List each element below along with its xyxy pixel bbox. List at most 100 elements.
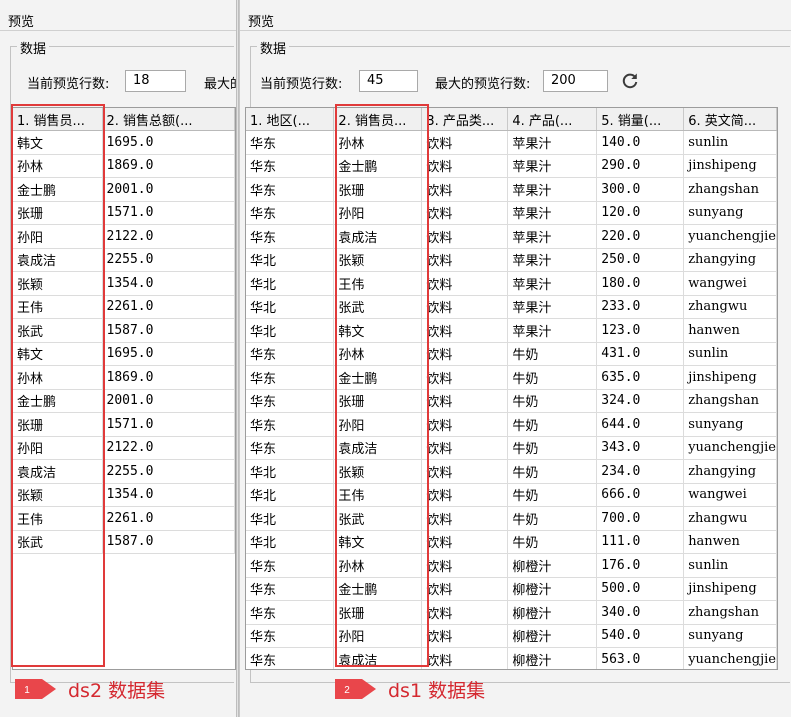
table-cell[interactable]: 苹果汁 bbox=[507, 295, 598, 319]
table-cell[interactable]: 324.0 bbox=[596, 389, 685, 413]
table-row[interactable]: 袁成洁 2255.0 bbox=[13, 248, 235, 272]
table-row[interactable]: 华北 韩文 饮料 牛奶 111.0 hanwen bbox=[246, 530, 777, 554]
table-cell[interactable]: 袁成洁 bbox=[13, 459, 103, 484]
table-cell[interactable]: 孙林 bbox=[13, 365, 103, 390]
table-cell[interactable]: 张颖 bbox=[333, 459, 423, 484]
table-cell[interactable]: 张颖 bbox=[13, 483, 103, 507]
table-cell[interactable]: 韩文 bbox=[13, 130, 103, 155]
table-cell[interactable]: 张武 bbox=[333, 295, 423, 319]
table-row[interactable]: 张颖 1354.0 bbox=[13, 483, 235, 507]
table-row[interactable]: 张武 1587.0 bbox=[13, 530, 235, 554]
table-row[interactable]: 华东 张珊 饮料 苹果汁 300.0 zhangshan bbox=[246, 177, 777, 202]
table-row[interactable]: 韩文 1695.0 bbox=[13, 130, 235, 155]
table-cell[interactable]: 袁成洁 bbox=[333, 224, 423, 249]
table-cell[interactable]: 563.0 bbox=[596, 647, 685, 669]
right-col-header-5[interactable]: 6. 英文简... bbox=[683, 108, 777, 131]
table-cell[interactable]: 635.0 bbox=[596, 365, 685, 390]
table-cell[interactable]: hanwen bbox=[683, 530, 777, 554]
table-cell[interactable]: 柳橙汁 bbox=[507, 647, 598, 669]
table-cell[interactable]: 饮料 bbox=[421, 271, 509, 296]
table-row[interactable]: 华东 袁成洁 饮料 苹果汁 220.0 yuanchengjie bbox=[246, 224, 777, 249]
table-row[interactable]: 张珊 1571.0 bbox=[13, 201, 235, 225]
table-cell[interactable]: 牛奶 bbox=[507, 459, 598, 484]
table-cell[interactable]: 666.0 bbox=[596, 483, 685, 507]
table-cell[interactable]: 袁成洁 bbox=[333, 436, 423, 460]
table-cell[interactable]: 金士鹏 bbox=[333, 154, 423, 178]
table-cell[interactable]: 华东 bbox=[246, 577, 335, 601]
table-row[interactable]: 孙林 1869.0 bbox=[13, 154, 235, 178]
table-row[interactable]: 华东 金士鹏 饮料 柳橙汁 500.0 jinshipeng bbox=[246, 577, 777, 601]
table-cell[interactable]: 2255.0 bbox=[102, 459, 235, 484]
table-row[interactable]: 华北 王伟 饮料 牛奶 666.0 wangwei bbox=[246, 483, 777, 507]
table-row[interactable]: 金士鹏 2001.0 bbox=[13, 177, 235, 202]
table-cell[interactable]: 柳橙汁 bbox=[507, 553, 598, 578]
table-cell[interactable]: 袁成洁 bbox=[333, 647, 423, 669]
table-cell[interactable]: 1695.0 bbox=[102, 130, 235, 155]
table-cell[interactable]: jinshipeng bbox=[683, 154, 777, 178]
table-row[interactable]: 华东 孙阳 饮料 柳橙汁 540.0 sunyang bbox=[246, 624, 777, 648]
table-cell[interactable]: 华北 bbox=[246, 248, 335, 272]
table-cell[interactable]: 华东 bbox=[246, 624, 335, 648]
table-row[interactable]: 华东 金士鹏 饮料 牛奶 635.0 jinshipeng bbox=[246, 365, 777, 390]
table-cell[interactable]: 苹果汁 bbox=[507, 154, 598, 178]
right-col-header-1[interactable]: 2. 销售员... bbox=[333, 108, 423, 131]
table-row[interactable]: 华北 张颖 饮料 牛奶 234.0 zhangying bbox=[246, 459, 777, 484]
table-cell[interactable]: 牛奶 bbox=[507, 530, 598, 554]
table-cell[interactable]: 苹果汁 bbox=[507, 248, 598, 272]
table-cell[interactable]: 牛奶 bbox=[507, 342, 598, 366]
table-row[interactable]: 孙林 1869.0 bbox=[13, 365, 235, 390]
table-cell[interactable]: 饮料 bbox=[421, 154, 509, 178]
table-cell[interactable]: 饮料 bbox=[421, 248, 509, 272]
table-cell[interactable]: 韩文 bbox=[333, 318, 423, 343]
table-cell[interactable]: 孙阳 bbox=[13, 436, 103, 460]
table-cell[interactable]: 华北 bbox=[246, 530, 335, 554]
table-cell[interactable]: 袁成洁 bbox=[13, 248, 103, 272]
table-cell[interactable]: 250.0 bbox=[596, 248, 685, 272]
table-cell[interactable]: 金士鹏 bbox=[13, 389, 103, 413]
table-cell[interactable]: 华东 bbox=[246, 389, 335, 413]
table-cell[interactable]: zhangwu bbox=[683, 506, 777, 531]
table-cell[interactable]: 孙阳 bbox=[13, 224, 103, 249]
table-cell[interactable]: 饮料 bbox=[421, 553, 509, 578]
table-cell[interactable]: 饮料 bbox=[421, 459, 509, 484]
table-cell[interactable]: 1587.0 bbox=[102, 530, 235, 554]
table-cell[interactable]: sunyang bbox=[683, 201, 777, 225]
table-cell[interactable]: 王伟 bbox=[333, 271, 423, 296]
table-cell[interactable]: 华东 bbox=[246, 342, 335, 366]
table-cell[interactable]: 饮料 bbox=[421, 577, 509, 601]
table-cell[interactable]: 2001.0 bbox=[102, 177, 235, 202]
table-cell[interactable]: sunlin bbox=[683, 130, 777, 155]
table-cell[interactable]: 饮料 bbox=[421, 224, 509, 249]
left-data-grid[interactable]: 1. 销售员... 2. 销售总额(... 韩文 1695.0 孙林 1869.0 金士… bbox=[12, 107, 236, 670]
table-row[interactable]: 华东 金士鹏 饮料 苹果汁 290.0 jinshipeng bbox=[246, 154, 777, 178]
table-cell[interactable]: 1354.0 bbox=[102, 271, 235, 296]
table-cell[interactable]: 华北 bbox=[246, 483, 335, 507]
table-cell[interactable]: 饮料 bbox=[421, 295, 509, 319]
table-cell[interactable]: 柳橙汁 bbox=[507, 600, 598, 625]
table-row[interactable]: 孙阳 2122.0 bbox=[13, 436, 235, 460]
table-cell[interactable]: sunyang bbox=[683, 624, 777, 648]
table-row[interactable]: 王伟 2261.0 bbox=[13, 506, 235, 531]
table-cell[interactable]: 2255.0 bbox=[102, 248, 235, 272]
table-cell[interactable]: 张武 bbox=[13, 318, 103, 343]
right-data-grid[interactable]: 1. 地区(... 2. 销售员... 3. 产品类... 4. 产品(... … bbox=[245, 107, 778, 670]
table-cell[interactable]: 饮料 bbox=[421, 177, 509, 202]
table-cell[interactable]: 华东 bbox=[246, 600, 335, 625]
table-cell[interactable]: 张珊 bbox=[333, 389, 423, 413]
table-cell[interactable]: 孙阳 bbox=[333, 201, 423, 225]
table-cell[interactable]: 140.0 bbox=[596, 130, 685, 155]
table-cell[interactable]: 张珊 bbox=[333, 600, 423, 625]
table-cell[interactable]: 华北 bbox=[246, 459, 335, 484]
table-row[interactable]: 华北 韩文 饮料 苹果汁 123.0 hanwen bbox=[246, 318, 777, 343]
table-cell[interactable]: 700.0 bbox=[596, 506, 685, 531]
table-cell[interactable]: 华东 bbox=[246, 365, 335, 390]
table-cell[interactable]: 500.0 bbox=[596, 577, 685, 601]
table-cell[interactable]: 1869.0 bbox=[102, 154, 235, 178]
table-cell[interactable]: 饮料 bbox=[421, 201, 509, 225]
table-cell[interactable]: 王伟 bbox=[13, 295, 103, 319]
table-cell[interactable]: wangwei bbox=[683, 271, 777, 296]
table-cell[interactable]: 1587.0 bbox=[102, 318, 235, 343]
table-cell[interactable]: 饮料 bbox=[421, 436, 509, 460]
table-cell[interactable]: 1571.0 bbox=[102, 201, 235, 225]
table-row[interactable]: 华东 孙林 饮料 牛奶 431.0 sunlin bbox=[246, 342, 777, 366]
